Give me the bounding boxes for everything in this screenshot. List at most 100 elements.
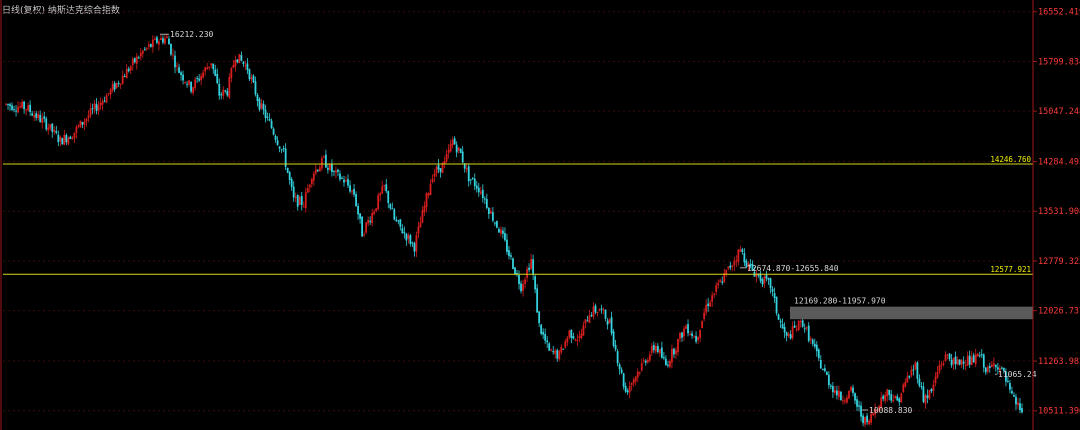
candle[interactable] [725,269,728,275]
candle[interactable] [81,122,84,125]
candle[interactable] [1021,408,1023,413]
candle[interactable] [401,228,404,234]
candle[interactable] [902,384,905,393]
candle[interactable] [246,63,249,71]
candle[interactable] [660,347,663,358]
candle[interactable] [662,357,665,359]
candle[interactable] [942,363,945,365]
candle[interactable] [105,95,108,103]
candle[interactable] [115,83,118,89]
candle[interactable] [626,390,629,393]
candle[interactable] [630,383,633,385]
candle[interactable] [817,349,820,359]
candle[interactable] [741,249,744,252]
candle[interactable] [767,278,770,280]
candle[interactable] [252,75,255,83]
candle[interactable] [799,320,802,323]
candle[interactable] [512,258,514,269]
candle[interactable] [91,108,94,110]
candle[interactable] [592,306,595,317]
candle[interactable] [805,327,808,329]
candle[interactable] [777,314,780,320]
candle[interactable] [884,395,887,401]
candle[interactable] [264,109,267,119]
candle[interactable] [178,67,180,73]
candle[interactable] [870,414,873,423]
candle[interactable] [918,378,921,386]
candle[interactable] [83,121,86,125]
candle[interactable] [415,235,418,252]
candle[interactable] [572,336,575,339]
candle[interactable] [117,83,120,85]
candle[interactable] [477,187,480,193]
candle[interactable] [99,102,102,106]
candle[interactable] [775,296,778,314]
candle[interactable] [389,204,392,209]
candle[interactable] [916,362,919,379]
candle[interactable] [322,156,325,158]
candle[interactable] [644,360,647,363]
candle[interactable] [658,349,661,354]
candle[interactable] [316,169,319,172]
candle[interactable] [896,396,899,401]
candle[interactable] [139,52,142,57]
candle[interactable] [67,137,70,144]
candle[interactable] [469,179,472,181]
candle[interactable] [129,66,132,71]
candle[interactable] [906,376,909,383]
candle[interactable] [33,115,36,118]
candle[interactable] [282,148,285,150]
candle[interactable] [858,405,860,407]
candle[interactable] [797,320,800,331]
candle[interactable] [928,390,931,399]
candle[interactable] [781,323,784,329]
candle[interactable] [842,400,844,402]
candle[interactable] [854,393,856,401]
candle[interactable] [765,274,768,279]
candle[interactable] [530,259,533,269]
candle[interactable] [763,276,766,284]
candle[interactable] [318,167,321,172]
candlestick-chart[interactable]: 14246.760 12577.921 12169.280-11957.970 162… [0,0,1080,430]
candle[interactable] [433,173,436,177]
candle[interactable] [53,129,56,133]
candle[interactable] [135,56,138,64]
candle[interactable] [920,386,923,388]
candle[interactable] [155,37,158,43]
candle[interactable] [451,139,454,146]
candle[interactable] [461,151,464,163]
candle[interactable] [385,184,388,192]
candle[interactable] [825,372,828,375]
candle[interactable] [1017,402,1019,406]
candle[interactable] [574,339,577,341]
candle[interactable] [811,339,814,344]
candle[interactable] [892,400,895,402]
candle[interactable] [1011,391,1013,394]
candle[interactable] [61,138,64,145]
candle[interactable] [164,38,166,44]
candle[interactable] [149,44,152,47]
candle[interactable] [823,368,826,371]
candle[interactable] [355,194,357,207]
candle[interactable] [75,126,78,133]
candle[interactable] [409,235,412,244]
candle[interactable] [45,118,48,130]
candle[interactable] [691,333,693,336]
candle[interactable] [202,72,205,78]
candle[interactable] [779,320,782,323]
candle[interactable] [671,348,673,363]
candle[interactable] [890,394,893,401]
candle[interactable] [729,265,732,268]
candle[interactable] [71,138,74,140]
candle[interactable] [727,266,730,269]
candle[interactable] [606,320,609,325]
candle[interactable] [934,376,937,384]
candle[interactable] [687,324,689,334]
candle[interactable] [908,375,911,378]
candle[interactable] [956,359,959,365]
candle[interactable] [172,54,174,56]
candle[interactable] [560,346,563,353]
candle[interactable] [964,364,967,366]
candle[interactable] [596,311,599,313]
candle[interactable] [359,213,361,219]
